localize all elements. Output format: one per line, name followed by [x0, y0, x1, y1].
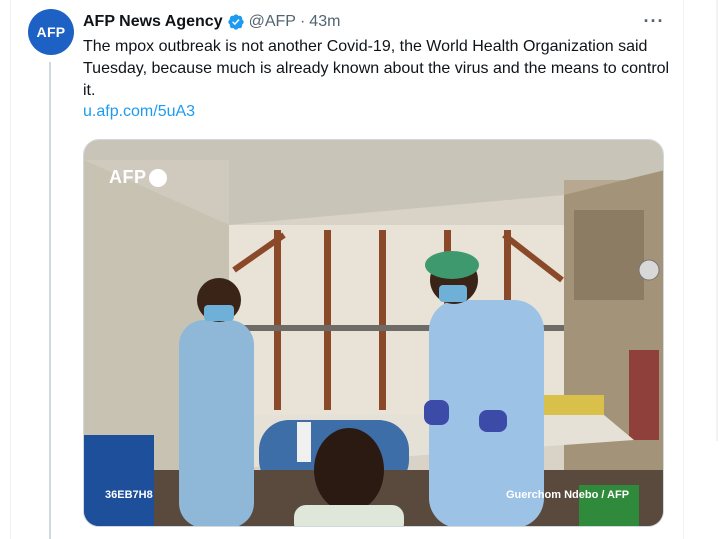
timestamp[interactable]: 43m	[309, 13, 340, 31]
avatar-text: AFP	[36, 24, 66, 40]
tweet-text: The mpox outbreak is not another Covid-1…	[83, 38, 670, 99]
tweet-header: AFP News Agency @AFP · 43m	[83, 11, 340, 33]
scrollbar[interactable]	[716, 0, 718, 441]
more-options-icon[interactable]: ···	[644, 11, 664, 31]
afp-logo-dot	[148, 168, 167, 187]
verified-badge-icon	[227, 14, 244, 30]
photo-credit: Guerchom Ndebo / AFP	[506, 489, 630, 501]
afp-logo-text: AFP	[109, 167, 147, 187]
avatar[interactable]: AFP	[28, 9, 74, 55]
separator-dot: ·	[299, 13, 306, 30]
photo-code: 36EB7H8	[105, 489, 153, 501]
thread-line	[49, 62, 51, 539]
tent-scene-illustration	[84, 140, 663, 526]
author-name[interactable]: AFP News Agency	[83, 13, 223, 31]
afp-watermark-logo: AFP	[109, 167, 167, 188]
author-handle[interactable]: @AFP	[249, 13, 296, 31]
tweet-photo[interactable]: AFP 36EB7H8 Guerchom Ndebo / AFP	[83, 139, 664, 527]
tweet-link[interactable]: u.afp.com/5uA3	[83, 103, 195, 121]
